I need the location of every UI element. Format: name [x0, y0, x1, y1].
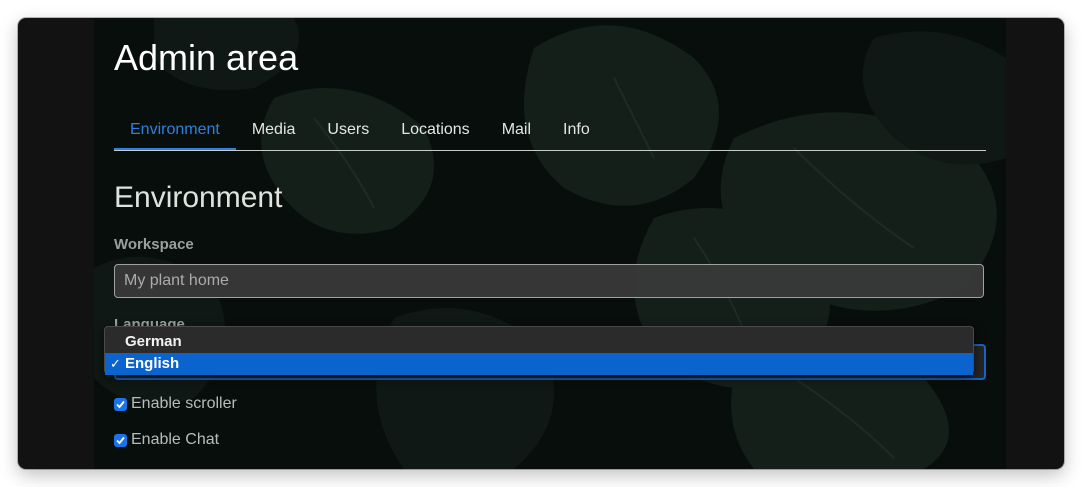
option-label: English: [125, 355, 180, 372]
enable-scroller-option[interactable]: Enable scroller: [114, 395, 237, 413]
browser-window: Admin area Environment Media Users Locat…: [18, 18, 1064, 469]
tab-mail[interactable]: Mail: [486, 112, 547, 148]
admin-tabs: Environment Media Users Locations Mail I…: [114, 112, 986, 151]
enable-chat-option[interactable]: Enable Chat: [114, 431, 219, 449]
language-option-german[interactable]: German: [105, 331, 973, 353]
option-label: German: [125, 333, 182, 350]
main-content: Admin area Environment Media Users Locat…: [114, 18, 986, 469]
check-icon: [116, 436, 125, 444]
admin-page: Admin area Environment Media Users Locat…: [94, 18, 1006, 469]
check-icon: [116, 400, 125, 408]
workspace-input[interactable]: [114, 264, 984, 298]
language-option-english[interactable]: ✓ English: [105, 353, 973, 375]
workspace-label: Workspace: [114, 236, 194, 253]
enable-chat-label: Enable Chat: [131, 431, 220, 448]
tab-locations[interactable]: Locations: [385, 112, 486, 148]
enable-chat-checkbox[interactable]: [114, 433, 127, 447]
checkmark-icon: ✓: [110, 356, 121, 371]
section-title: Environment: [114, 181, 283, 214]
page-title: Admin area: [114, 37, 299, 78]
enable-scroller-checkbox[interactable]: [114, 397, 127, 411]
tab-users[interactable]: Users: [311, 112, 385, 148]
language-dropdown-menu: German ✓ English: [104, 326, 974, 375]
tab-media[interactable]: Media: [236, 112, 312, 148]
tab-info[interactable]: Info: [547, 112, 606, 148]
tab-environment[interactable]: Environment: [114, 112, 236, 150]
enable-scroller-label: Enable scroller: [131, 395, 237, 412]
